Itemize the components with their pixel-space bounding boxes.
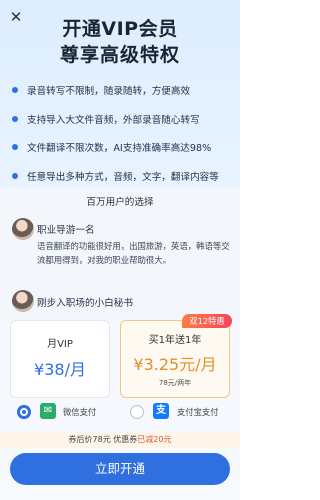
wechat-radio[interactable] bbox=[17, 405, 31, 419]
bullet-dot-icon bbox=[12, 115, 18, 122]
coupon-text: 券后价78元 优惠券 bbox=[68, 435, 138, 444]
coupon-note: 券后价78元 优惠券已减20元 bbox=[0, 432, 240, 448]
plan-price: ¥38/月 bbox=[34, 360, 86, 379]
feature-item: 文件翻译不限次数，AI支持准确率高达98% bbox=[12, 133, 236, 162]
page-subtitle: 尊享高级特权 bbox=[59, 44, 180, 66]
avatar bbox=[12, 290, 34, 312]
bullet-dot-icon bbox=[12, 144, 18, 151]
feature-item: 任意导出多种方式，音频，文字，翻译内容等 bbox=[12, 162, 236, 191]
bullet-dot-icon bbox=[12, 172, 18, 179]
vip-purchase-page: ✕ 开通VIP会员 尊享高级特权 录音转写不限制，随录随转，方便高效 支持导入大… bbox=[0, 0, 240, 500]
wechat-pay-icon: ✉ bbox=[40, 403, 56, 419]
feature-text: 任意导出多种方式，音频，文字，翻译内容等 bbox=[27, 171, 219, 183]
plan-selector: 月VIP ¥38/月 买1年送1年 ¥3.25元/月 78元/两年 bbox=[10, 320, 230, 398]
testimonial-quote: 语音翻译的功能很好用，出国旅游，英语，韩语等交流都用得到，对我的职业帮助很大。 bbox=[37, 241, 230, 265]
avatar bbox=[12, 218, 34, 240]
feature-text: 文件翻译不限次数，AI支持准确率高达98% bbox=[27, 143, 212, 155]
testimonial-name: 刚步入职场的小白秘书 bbox=[37, 298, 133, 309]
alipay-icon: 支 bbox=[153, 403, 169, 419]
feature-text: 录音转写不限制，随录随转，方便高效 bbox=[27, 86, 191, 98]
open-vip-button[interactable]: 立即开通 bbox=[10, 453, 230, 485]
wechat-pay-label[interactable]: 微信支付 bbox=[63, 406, 96, 418]
alipay-label[interactable]: 支付宝支付 bbox=[177, 406, 219, 418]
payment-method-row: ✉ 微信支付 支 支付宝支付 bbox=[0, 398, 240, 426]
plan-price: ¥3.25元/月 bbox=[133, 355, 217, 374]
alipay-radio[interactable] bbox=[130, 405, 144, 419]
plan-card-yearly[interactable]: 买1年送1年 ¥3.25元/月 78元/两年 bbox=[120, 320, 230, 398]
bullet-dot-icon bbox=[12, 87, 18, 94]
testimonial-heading: 百万用户的选择 bbox=[86, 197, 154, 208]
plan-label: 买1年送1年 bbox=[148, 335, 202, 346]
plan-label: 月VIP bbox=[47, 339, 73, 350]
feature-item: 录音转写不限制，随录随转，方便高效 bbox=[12, 76, 236, 105]
feature-list: 录音转写不限制，随录随转，方便高效 支持导入大文件音频，外部录音随心转写 文件翻… bbox=[12, 76, 236, 190]
feature-text: 支持导入大文件音频，外部录音随心转写 bbox=[27, 114, 200, 126]
plan-subtext: 78元/两年 bbox=[158, 379, 192, 387]
feature-item: 支持导入大文件音频，外部录音随心转写 bbox=[12, 105, 236, 134]
testimonial-name: 职业导游一名 bbox=[37, 225, 95, 236]
page-title: 开通VIP会员 bbox=[62, 18, 178, 40]
plan-card-monthly[interactable]: 月VIP ¥38/月 bbox=[10, 320, 110, 398]
coupon-discount: 已减20元 bbox=[137, 435, 172, 444]
promo-badge: 双12特惠 bbox=[182, 314, 232, 328]
